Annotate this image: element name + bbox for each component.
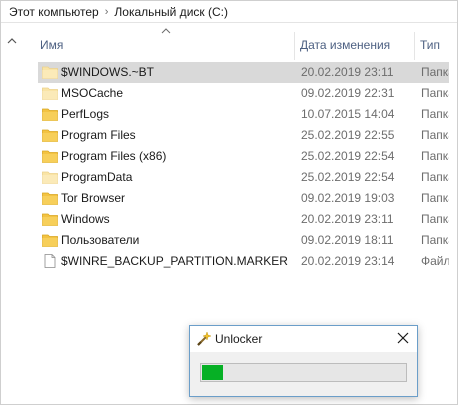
breadcrumb-separator-icon[interactable]: › — [105, 6, 109, 18]
table-row[interactable]: Tor Browser 09.02.2019 19:03 Папка — [38, 188, 457, 209]
file-date-modified: 20.02.2019 23:14 — [301, 254, 395, 268]
file-name: ProgramData — [61, 170, 133, 184]
table-row[interactable]: $WINDOWS.~BT 20.02.2019 23:11 Папка — [38, 62, 457, 83]
sort-ascending-icon — [161, 28, 171, 34]
file-name: MSOCache — [61, 86, 124, 100]
folder-icon — [42, 149, 58, 163]
folder-icon — [42, 191, 58, 205]
unlocker-dialog: Unlocker — [189, 325, 418, 397]
table-row[interactable]: PerfLogs 10.07.2015 14:04 Папка — [38, 104, 457, 125]
file-name: $WINDOWS.~BT — [61, 65, 155, 79]
folder-faded-icon — [42, 86, 58, 100]
table-row[interactable]: ProgramData 25.02.2019 22:54 Папка — [38, 167, 457, 188]
folder-faded-icon — [42, 170, 58, 184]
file-name: PerfLogs — [61, 107, 110, 121]
file-date-modified: 20.02.2019 23:11 — [301, 65, 394, 79]
folder-icon — [42, 233, 58, 247]
folder-faded-icon — [42, 65, 58, 79]
file-name: Program Files — [61, 128, 136, 142]
file-icon — [42, 254, 58, 268]
column-headers: Имя Дата изменения Тип — [26, 24, 457, 64]
folder-icon — [42, 212, 58, 226]
file-list: $WINDOWS.~BT 20.02.2019 23:11 Папка MSOCach… — [38, 62, 457, 272]
dialog-titlebar[interactable]: Unlocker — [190, 326, 417, 352]
progress-fill — [202, 365, 223, 380]
file-name: Пользователи — [61, 233, 140, 247]
file-date-modified: 09.02.2019 22:31 — [301, 86, 395, 100]
dialog-body — [190, 352, 417, 396]
file-date-modified: 10.07.2015 14:04 — [301, 107, 395, 121]
folder-icon — [42, 107, 58, 121]
folder-icon — [42, 128, 58, 142]
chevron-up-icon[interactable] — [7, 36, 17, 46]
file-name: Windows — [61, 212, 110, 226]
dialog-title: Unlocker — [215, 332, 263, 346]
breadcrumb-local-disk[interactable]: Локальный диск (C:) — [114, 5, 228, 19]
breadcrumb-this-pc[interactable]: Этот компьютер — [9, 5, 99, 19]
table-row[interactable]: $WINRE_BACKUP_PARTITION.MARKER 20.02.2019… — [38, 251, 457, 272]
column-header-date-modified[interactable]: Дата изменения — [300, 38, 390, 52]
close-icon[interactable] — [395, 330, 411, 346]
progress-bar — [200, 363, 407, 382]
file-name: Program Files (x86) — [61, 149, 167, 163]
file-date-modified: 25.02.2019 22:55 — [301, 128, 395, 142]
table-row[interactable]: Program Files 25.02.2019 22:55 Папка — [38, 125, 457, 146]
table-row[interactable]: Пользователи 09.02.2019 18:11 Папка — [38, 230, 457, 251]
column-divider[interactable] — [294, 32, 295, 60]
file-date-modified: 09.02.2019 18:11 — [301, 233, 394, 247]
file-date-modified: 09.02.2019 19:03 — [301, 191, 395, 205]
file-name: $WINRE_BACKUP_PARTITION.MARKER — [61, 254, 288, 268]
file-name: Tor Browser — [61, 191, 126, 205]
file-date-modified: 25.02.2019 22:54 — [301, 149, 395, 163]
column-divider[interactable] — [414, 32, 415, 60]
column-header-type[interactable]: Тип — [420, 38, 440, 52]
table-row[interactable]: MSOCache 09.02.2019 22:31 Папка — [38, 83, 457, 104]
table-row[interactable]: Program Files (x86) 25.02.2019 22:54 Папка — [38, 146, 457, 167]
file-date-modified: 20.02.2019 23:11 — [301, 212, 394, 226]
navigation-pane — [1, 24, 25, 404]
file-date-modified: 25.02.2019 22:54 — [301, 170, 395, 184]
table-row[interactable]: Windows 20.02.2019 23:11 Папка — [38, 209, 457, 230]
vertical-scrollbar[interactable] — [449, 24, 457, 404]
breadcrumb: Этот компьютер › Локальный диск (C:) — [1, 1, 457, 23]
wand-icon — [197, 331, 211, 346]
column-header-name[interactable]: Имя — [40, 38, 63, 52]
